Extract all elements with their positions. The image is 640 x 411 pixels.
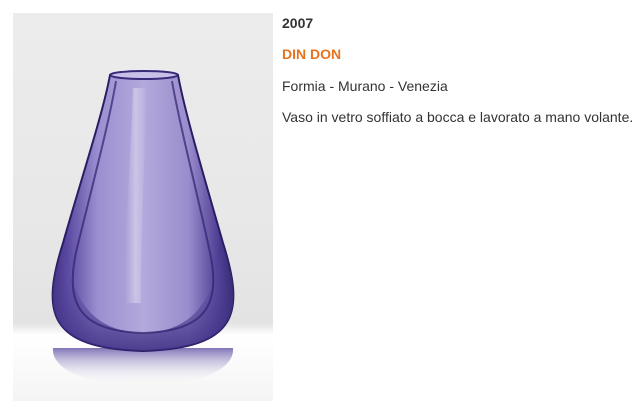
product-title: DIN DON — [282, 46, 342, 62]
product-place: Formia - Murano - Venezia — [282, 78, 448, 94]
product-year: 2007 — [282, 15, 314, 31]
product-description: Vaso in vetro soffiato a bocca e lavorat… — [282, 109, 634, 125]
product-photo — [13, 13, 273, 401]
product-info: 2007 DIN DON Formia - Murano - Venezia V… — [282, 14, 634, 126]
vase-illustration — [51, 70, 235, 385]
